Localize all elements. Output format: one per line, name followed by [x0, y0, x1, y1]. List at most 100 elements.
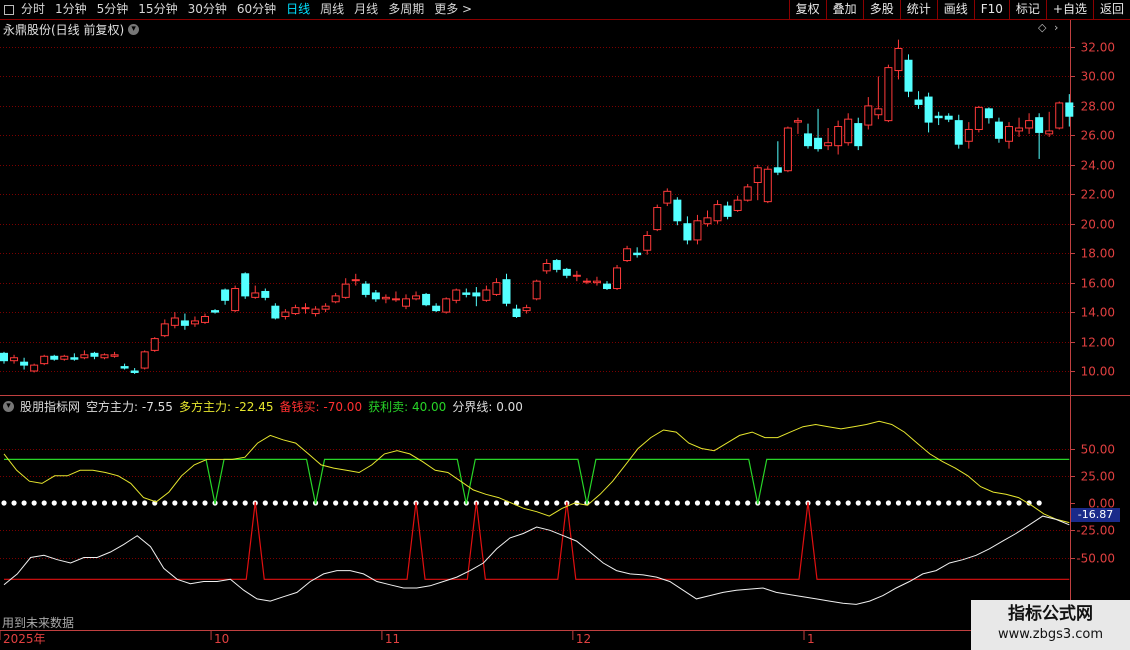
candle-body	[1005, 126, 1013, 142]
candle-body	[311, 308, 320, 315]
zero-line-dot	[815, 500, 821, 506]
zero-line-dot	[704, 500, 711, 506]
zero-line-dot	[302, 500, 309, 506]
zero-line-dot	[453, 500, 459, 506]
zero-line-dot	[785, 500, 791, 506]
candle-body	[30, 364, 39, 372]
zero-line-dot	[554, 500, 560, 506]
candle-body	[683, 223, 692, 241]
zero-line-dot	[222, 500, 228, 506]
candle-body	[994, 121, 1003, 139]
candle-body	[422, 293, 431, 306]
candle-body	[412, 295, 421, 300]
price-tick-label: 20.00	[1081, 218, 1115, 232]
zero-line-dot	[122, 500, 128, 506]
zero-line-dot	[594, 500, 600, 506]
candle-body	[924, 96, 933, 123]
candle-body	[321, 305, 330, 310]
zero-line-dot	[262, 500, 268, 506]
zero-line-dot	[654, 500, 660, 506]
candle-body	[40, 355, 49, 365]
zero-line-dot	[895, 500, 902, 506]
indicator-tick-label: -50.00	[1076, 552, 1115, 566]
price-tick-label: 26.00	[1081, 129, 1115, 143]
candle-body	[532, 280, 541, 300]
indicator-header: ▾ 股朋指标网 空方主力: -7.55 多方主力: -22.45 备钱买: -7…	[3, 398, 523, 415]
candle-body	[201, 316, 209, 323]
price-tick-label: 10.00	[1081, 365, 1115, 379]
zero-line-dot	[423, 500, 429, 506]
candle-body	[391, 298, 400, 301]
zero-line-dot	[986, 500, 992, 506]
candle-body	[462, 292, 471, 295]
candle-body	[190, 320, 199, 325]
candle-body	[221, 289, 230, 301]
zero-line-dot	[865, 500, 871, 506]
zero-line-dot	[142, 500, 148, 506]
watermark-main: 指标公式网	[1008, 604, 1093, 624]
zero-line-dot	[373, 500, 379, 506]
zero-line-dot	[875, 500, 881, 506]
zero-line-dot	[725, 500, 731, 506]
zero-line-dot	[745, 500, 751, 506]
candle-body	[763, 168, 772, 203]
candle-body	[572, 274, 581, 277]
zero-line-dot	[101, 500, 108, 506]
candle-body	[653, 207, 662, 231]
zero-line-dot	[242, 500, 248, 506]
zero-line-dot	[91, 500, 98, 506]
zero-line-dot	[1, 500, 7, 506]
candle-body	[1055, 102, 1064, 129]
zero-line-dot	[323, 500, 329, 506]
candle-body	[50, 355, 59, 360]
zero-line-dot	[714, 500, 721, 506]
zero-line-dot	[905, 500, 912, 506]
zero-line-dot	[232, 500, 238, 506]
duo-label: 多方主力: -22.45	[178, 400, 274, 414]
zero-line-dot	[1006, 500, 1012, 506]
zero-line-dot	[765, 500, 771, 506]
candle-body	[814, 137, 823, 150]
candle-body	[0, 352, 8, 362]
zero-line-dot	[31, 500, 37, 506]
candle-body	[944, 115, 953, 120]
candle-body	[884, 67, 893, 122]
zero-line-dot	[845, 500, 851, 506]
zero-line-dot	[11, 500, 17, 506]
zero-line-dot	[664, 500, 670, 506]
green-sell-line	[4, 458, 1070, 505]
candle-body	[603, 283, 611, 290]
time-tick-label: 12	[576, 632, 591, 646]
huo-label: 获利卖: 40.00	[368, 400, 447, 414]
candle-body	[241, 273, 250, 297]
zero-line-dot	[604, 500, 610, 506]
candle-body	[80, 354, 89, 359]
price-tick-label: 14.00	[1081, 306, 1115, 320]
time-tick-label: 2025年	[3, 632, 46, 646]
zero-line-dot	[343, 500, 349, 506]
zero-line-dot	[644, 500, 650, 506]
candle-body	[633, 252, 642, 256]
candle-body	[974, 106, 983, 130]
bei-label: 备钱买: -70.00	[279, 400, 363, 414]
zero-line-dot	[71, 500, 77, 506]
candle-body	[1035, 117, 1044, 133]
zero-line-dot	[383, 500, 389, 506]
zero-line-dot	[946, 500, 952, 506]
kong-main-line	[3, 515, 1070, 605]
zero-line-dot	[524, 500, 530, 506]
candle-body	[251, 292, 260, 298]
candle-body	[140, 351, 149, 369]
price-tick-label: 16.00	[1081, 277, 1115, 291]
time-tick-label: 10	[214, 632, 229, 646]
zero-line-dot	[162, 500, 168, 506]
candle-body	[130, 370, 139, 373]
candle-body	[673, 199, 682, 222]
zero-line-dot	[915, 500, 922, 506]
candle-body	[844, 118, 853, 144]
zero-line-dot	[403, 500, 409, 506]
candle-body	[271, 305, 280, 319]
zero-line-dot	[674, 500, 680, 506]
indicator-menu-icon[interactable]: ▾	[3, 401, 14, 412]
candle-body	[954, 120, 963, 145]
